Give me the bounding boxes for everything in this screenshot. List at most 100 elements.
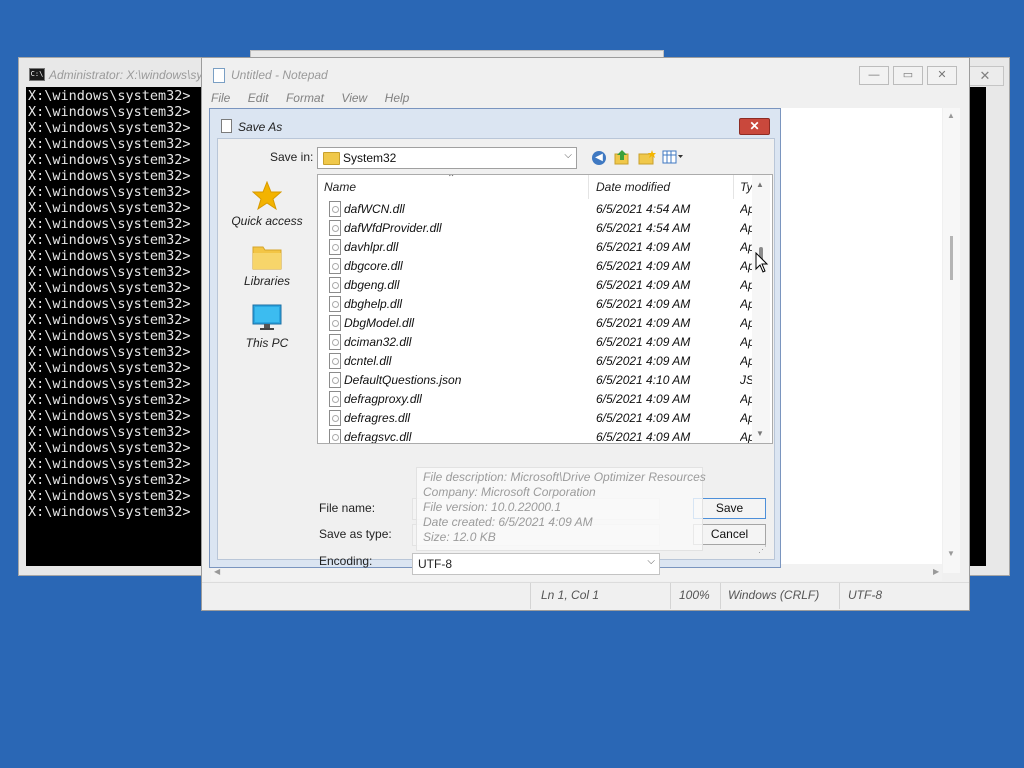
cancel-button[interactable]: Cancel — [693, 524, 766, 545]
status-zoom: 100% — [679, 588, 710, 602]
cmd-prompt-line: X:\windows\system32> — [28, 504, 191, 520]
cmd-prompt-line: X:\windows\system32> — [28, 472, 191, 488]
save-in-dropdown[interactable]: System32 ⌵ — [317, 147, 577, 169]
file-row[interactable]: DbgModel.dll 6/5/2021 4:09 AM Ap — [318, 313, 754, 332]
mouse-pointer-icon — [755, 252, 769, 273]
file-row[interactable]: defragres.dll 6/5/2021 4:09 AM Ap — [318, 408, 754, 427]
file-row[interactable]: DefaultQuestions.json 6/5/2021 4:10 AM JS — [318, 370, 754, 389]
save-as-dialog[interactable]: Save As ✕ Save in: System32 ⌵ ◀ Quick ac… — [209, 108, 781, 575]
file-row[interactable]: davhlpr.dll 6/5/2021 4:09 AM Ap — [318, 237, 754, 256]
status-bar: Ln 1, Col 1 100% Windows (CRLF) UTF-8 — [202, 582, 969, 609]
cmd-prompt-line: X:\windows\system32> — [28, 392, 191, 408]
file-name-label: File name: — [319, 501, 376, 515]
cmd-console-area[interactable]: X:\windows\system32> X:\windows\system32>… — [26, 87, 226, 566]
cmd-prompt-line: X:\windows\system32> — [28, 424, 191, 440]
star-icon — [252, 181, 282, 211]
file-icon — [329, 315, 341, 331]
cmd-prompt-line: X:\windows\system32> — [28, 104, 191, 120]
new-folder-icon[interactable] — [638, 149, 656, 165]
cmd-prompt-line: X:\windows\system32> — [28, 248, 191, 264]
file-row[interactable]: dciman32.dll 6/5/2021 4:09 AM Ap — [318, 332, 754, 351]
file-icon — [329, 429, 341, 443]
dialog-close-button[interactable]: ✕ — [739, 118, 770, 135]
file-icon — [329, 220, 341, 236]
cmd-prompt-line: X:\windows\system32> — [28, 456, 191, 472]
back-arrow-icon[interactable]: ◀ — [592, 151, 606, 165]
cmd-icon: C:\ — [29, 68, 45, 81]
cmd-prompt-line: X:\windows\system32> — [28, 184, 191, 200]
menu-bar: File Edit Format View Help — [211, 89, 422, 107]
file-row[interactable]: dcntel.dll 6/5/2021 4:09 AM Ap — [318, 351, 754, 370]
notepad-close-button[interactable]: ✕ — [927, 66, 957, 85]
file-row[interactable]: dafWfdProvider.dll 6/5/2021 4:54 AM Ap — [318, 218, 754, 237]
scroll-up-arrow-icon[interactable]: ▲ — [947, 111, 955, 120]
cmd-prompt-line: X:\windows\system32> — [28, 440, 191, 456]
file-icon — [329, 277, 341, 293]
file-row[interactable]: dbgcore.dll 6/5/2021 4:09 AM Ap — [318, 256, 754, 275]
file-row[interactable]: defragproxy.dll 6/5/2021 4:09 AM Ap — [318, 389, 754, 408]
encoding-value: UTF-8 — [418, 557, 452, 571]
file-row[interactable]: dafWCN.dll 6/5/2021 4:54 AM Ap — [318, 199, 754, 218]
cmd-prompt-line: X:\windows\system32> — [28, 136, 191, 152]
menu-help[interactable]: Help — [385, 91, 410, 105]
menu-file[interactable]: File — [211, 91, 230, 105]
minimize-button[interactable]: — — [859, 66, 889, 85]
save-in-value: System32 — [343, 151, 397, 165]
file-date: 6/5/2021 4:09 AM — [596, 354, 691, 368]
resize-grip-icon[interactable]: ⋰ — [758, 544, 767, 555]
file-type: Ap — [740, 411, 752, 425]
scroll-left-arrow-icon[interactable]: ◀ — [214, 567, 220, 576]
file-row[interactable]: dbghelp.dll 6/5/2021 4:09 AM Ap — [318, 294, 754, 313]
save-button[interactable]: Save — [693, 498, 766, 519]
file-date: 6/5/2021 4:09 AM — [596, 411, 691, 425]
scroll-down-arrow-icon[interactable]: ▼ — [756, 429, 764, 438]
cmd-prompt-line: X:\windows\system32> — [28, 408, 191, 424]
file-list-scrollbar[interactable]: ▲ ▼ — [752, 175, 770, 443]
file-icon — [329, 410, 341, 426]
cmd-prompt-line: X:\windows\system32> — [28, 328, 191, 344]
file-type: Ap — [740, 335, 752, 349]
menu-format[interactable]: Format — [286, 91, 324, 105]
file-type: Ap — [740, 278, 752, 292]
place-libraries[interactable]: Libraries — [226, 243, 308, 288]
scroll-down-arrow-icon[interactable]: ▼ — [947, 549, 955, 558]
vertical-scrollbar[interactable]: ▲ ▼ — [943, 108, 960, 573]
menu-view[interactable]: View — [341, 91, 367, 105]
cmd-window-title: Administrator: X:\windows\sy — [49, 68, 203, 82]
file-icon — [329, 353, 341, 369]
file-date: 6/5/2021 4:09 AM — [596, 430, 691, 444]
menu-edit[interactable]: Edit — [248, 91, 269, 105]
cmd-prompt-line: X:\windows\system32> — [28, 312, 191, 328]
notepad-title: Untitled - Notepad — [231, 68, 328, 82]
cmd-close-button[interactable]: ✕ — [966, 66, 1004, 86]
file-type: Ap — [740, 221, 752, 235]
cmd-prompt-line: X:\windows\system32> — [28, 488, 191, 504]
save-in-label: Save in: — [270, 150, 314, 164]
place-label: Quick access — [231, 214, 303, 228]
file-list[interactable]: ⌃ Name Date modified Ty dafWCN.dll 6/5/20… — [317, 174, 773, 444]
file-info-tooltip: File description: Microsoft\Drive Optimi… — [416, 467, 706, 551]
scrollbar-thumb[interactable] — [950, 236, 953, 280]
tooltip-version: File version: 10.0.22000.1 — [423, 500, 562, 514]
file-type: Ap — [740, 297, 752, 311]
file-name: defragsvc.dll — [344, 430, 412, 444]
encoding-dropdown[interactable]: UTF-8 ⌵ — [412, 553, 660, 575]
cmd-prompt-line: X:\windows\system32> — [28, 152, 191, 168]
file-icon — [329, 334, 341, 350]
view-menu-icon[interactable] — [662, 150, 684, 164]
status-encoding: UTF-8 — [848, 588, 882, 602]
up-folder-icon[interactable] — [614, 149, 630, 165]
place-this-pc[interactable]: This PC — [226, 303, 308, 350]
folder-icon — [323, 152, 340, 165]
cmd-prompt-line: X:\windows\system32> — [28, 344, 191, 360]
folder-icon — [252, 246, 282, 270]
scroll-up-arrow-icon[interactable]: ▲ — [756, 180, 764, 189]
file-row[interactable]: defragsvc.dll 6/5/2021 4:09 AM Ap — [318, 427, 754, 444]
scroll-right-arrow-icon[interactable]: ▶ — [933, 567, 939, 576]
place-quick-access[interactable]: Quick access — [226, 181, 308, 228]
monitor-icon — [252, 304, 282, 330]
file-type: JS — [740, 373, 752, 387]
file-icon — [329, 391, 341, 407]
maximize-button[interactable]: ▭ — [893, 66, 923, 85]
file-row[interactable]: dbgeng.dll 6/5/2021 4:09 AM Ap — [318, 275, 754, 294]
